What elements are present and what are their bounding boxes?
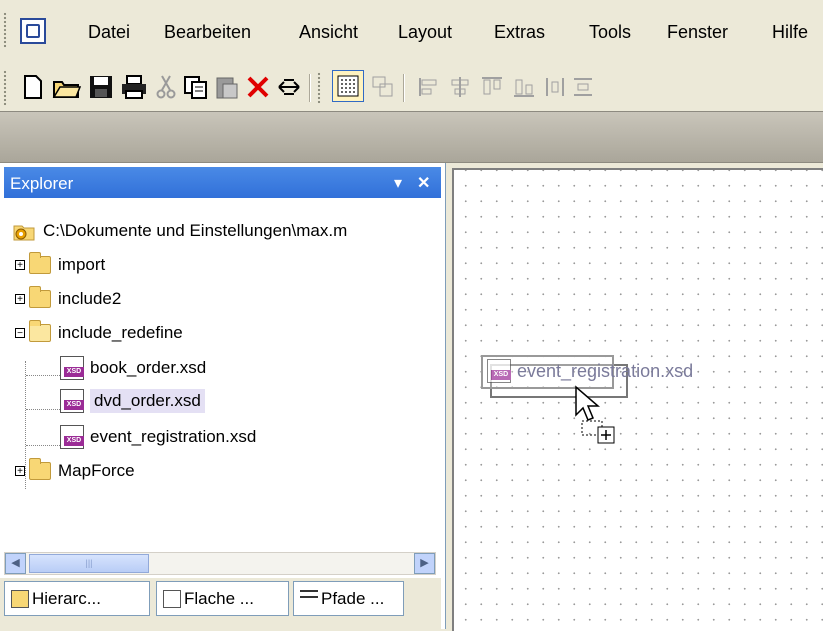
scroll-left-icon[interactable]: ◀ [5, 553, 26, 574]
tree-root[interactable]: C:\Dokumente und Einstellungen\max.m [13, 217, 347, 245]
scrollbar-thumb[interactable]: ||| [29, 554, 149, 573]
flat-list-icon [163, 589, 181, 608]
menu-tools[interactable]: Tools [589, 22, 631, 43]
tree-item-include-redefine[interactable]: − include_redefine [15, 319, 183, 347]
xsd-file-icon [60, 425, 84, 449]
tree-connector [26, 445, 60, 447]
save-icon[interactable] [86, 72, 116, 102]
tab-label: Pfade ... [321, 588, 385, 608]
xsd-file-icon [60, 356, 84, 380]
drag-preview-label: event_registration.xsd [487, 358, 693, 384]
hierarchy-icon [11, 589, 29, 608]
menu-fenster[interactable]: Fenster [667, 22, 728, 43]
app-icon[interactable] [20, 18, 46, 44]
design-canvas[interactable] [452, 168, 823, 631]
snap-icon[interactable] [368, 72, 398, 102]
expand-icon[interactable]: + [15, 260, 25, 271]
menu-bar: Datei Bearbeiten Ansicht Layout Extras T… [0, 0, 823, 59]
xsd-file-icon [487, 359, 511, 383]
expand-icon[interactable]: + [15, 466, 25, 477]
drive-folder-icon [13, 221, 35, 241]
distribute-vertical-icon[interactable] [568, 72, 598, 102]
explorer-title: Explorer [10, 174, 74, 193]
menu-ansicht[interactable]: Ansicht [299, 22, 358, 43]
align-left-icon[interactable] [414, 72, 444, 102]
expand-icon[interactable]: + [15, 294, 25, 305]
tab-hierarchy[interactable]: Hierarc... [4, 581, 150, 616]
explorer-tree: C:\Dokumente und Einstellungen\max.m + i… [0, 205, 441, 545]
toolbar-band [0, 111, 823, 163]
explorer-title-bar: Explorer ▾ ✕ [4, 167, 441, 198]
tab-label: Flache ... [184, 588, 254, 608]
new-file-icon[interactable] [18, 72, 48, 102]
menu-hilfe[interactable]: Hilfe [772, 22, 808, 43]
explorer-panel: Explorer ▾ ✕ C:\Dokumente und Einstellun… [0, 163, 446, 629]
tree-item-label: event_registration.xsd [90, 427, 257, 446]
folder-icon [29, 458, 51, 480]
tree-item-label: include_redefine [58, 323, 183, 342]
toolbar-grip[interactable] [3, 70, 7, 106]
tree-item-book-order[interactable]: book_order.xsd [60, 354, 206, 382]
paste-icon[interactable] [212, 72, 242, 102]
folder-icon [29, 252, 51, 274]
scroll-right-icon[interactable]: ▶ [414, 553, 435, 574]
tree-item-label: MapForce [58, 461, 135, 480]
print-icon[interactable] [119, 72, 149, 102]
menubar-grip[interactable] [3, 12, 7, 48]
toolbar-grip-2[interactable] [317, 72, 321, 104]
align-bottom-icon[interactable] [509, 72, 539, 102]
tree-connector [26, 375, 60, 377]
close-icon[interactable]: ✕ [417, 173, 430, 193]
tree-item-mapforce[interactable]: + MapForce [15, 457, 135, 485]
tree-item-event-registration[interactable]: event_registration.xsd [60, 423, 256, 451]
xsd-file-icon [60, 389, 84, 413]
folder-open-icon [29, 320, 51, 342]
align-center-icon[interactable] [445, 72, 475, 102]
tree-item-include2[interactable]: + include2 [15, 285, 121, 313]
horizontal-scrollbar[interactable]: ◀ ||| ▶ [4, 552, 436, 575]
resize-icon[interactable] [274, 72, 304, 102]
tree-item-label: book_order.xsd [90, 358, 207, 377]
tab-paths[interactable]: Pfade ... [293, 581, 404, 616]
align-top-icon[interactable] [477, 72, 507, 102]
distribute-horizontal-icon[interactable] [540, 72, 570, 102]
menu-bearbeiten[interactable]: Bearbeiten [164, 22, 251, 43]
folder-icon [29, 286, 51, 308]
tree-connector [26, 409, 60, 411]
tab-flat[interactable]: Flache ... [156, 581, 289, 616]
tree-item-label: include2 [58, 289, 122, 308]
tree-item-import[interactable]: + import [15, 251, 105, 279]
menu-layout[interactable]: Layout [398, 22, 452, 43]
toolbar-separator [403, 74, 404, 102]
tree-item-label: import [58, 255, 106, 274]
tab-label: Hierarc... [32, 588, 101, 608]
drag-item-label: event_registration.xsd [517, 360, 694, 381]
menu-datei[interactable]: Datei [88, 22, 130, 43]
menu-extras[interactable]: Extras [494, 22, 545, 43]
paths-icon [300, 589, 318, 608]
collapse-icon[interactable]: − [15, 328, 25, 339]
grid-icon[interactable] [332, 70, 364, 102]
delete-icon[interactable] [243, 72, 273, 102]
cut-icon[interactable] [151, 72, 181, 102]
root-path-label: C:\Dokumente und Einstellungen\max.m [43, 221, 348, 240]
drag-copy-cursor-icon [575, 385, 615, 444]
open-folder-icon[interactable] [52, 72, 82, 102]
tree-item-dvd-order[interactable]: dvd_order.xsd [60, 387, 205, 415]
copy-icon[interactable] [181, 72, 211, 102]
dropdown-arrow-icon[interactable]: ▾ [394, 173, 402, 193]
toolbar-separator [309, 74, 310, 102]
tree-item-label-selected: dvd_order.xsd [90, 389, 205, 413]
explorer-tabs: Hierarc... Flache ... Pfade ... [0, 578, 441, 629]
